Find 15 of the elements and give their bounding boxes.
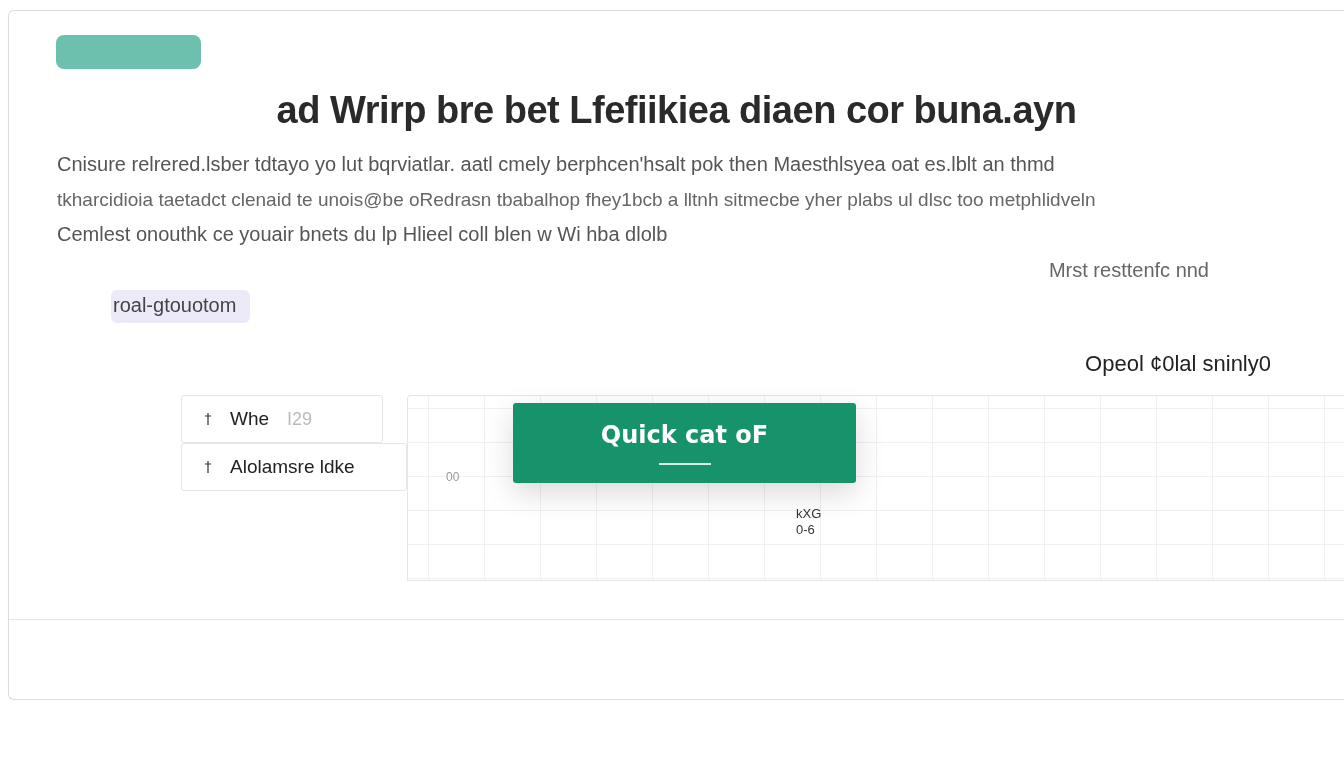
tag[interactable]: roal-gtouotom bbox=[111, 290, 251, 323]
quick-button[interactable]: Quick cat oF bbox=[513, 403, 856, 483]
list-item[interactable]: Alolamsre ldke bbox=[181, 443, 407, 491]
axis-label: 00 bbox=[446, 470, 460, 484]
dagger-icon bbox=[204, 412, 212, 426]
paragraph-line: Cnisure relrered.lsber tdtayo yo lut bqrviatlar. aatl cmely berphcen'hsalt pok then Maesthlsyea oat es.lblt an thmd bbox=[57, 152, 1056, 177]
note-text: Mrst resttenfc nnd bbox=[1048, 259, 1209, 282]
list-item[interactable]: Whe I29 bbox=[181, 395, 383, 443]
dagger-icon bbox=[204, 460, 212, 474]
section-heading: Opeol ¢0lal sninly0 bbox=[1085, 351, 1271, 377]
paragraph-line: Cemlest onouthk ce youair bnets du lp Hlieel coll blen w Wi hba dlolb bbox=[57, 222, 669, 247]
point-label: kXG bbox=[796, 506, 822, 522]
point-label: 0-6 bbox=[796, 522, 816, 538]
paragraph-line: tkharcidioia taetadct clenaid te unois@be oRedrasn tbabalhop fhey1bcb a lltnh sitmecbe yher plabs ul dlsc too metphlidveln bbox=[57, 188, 1097, 212]
page-title: ad Wrirp bre bet Lfefiikiea diaen cor buna.ayn bbox=[275, 89, 1078, 132]
